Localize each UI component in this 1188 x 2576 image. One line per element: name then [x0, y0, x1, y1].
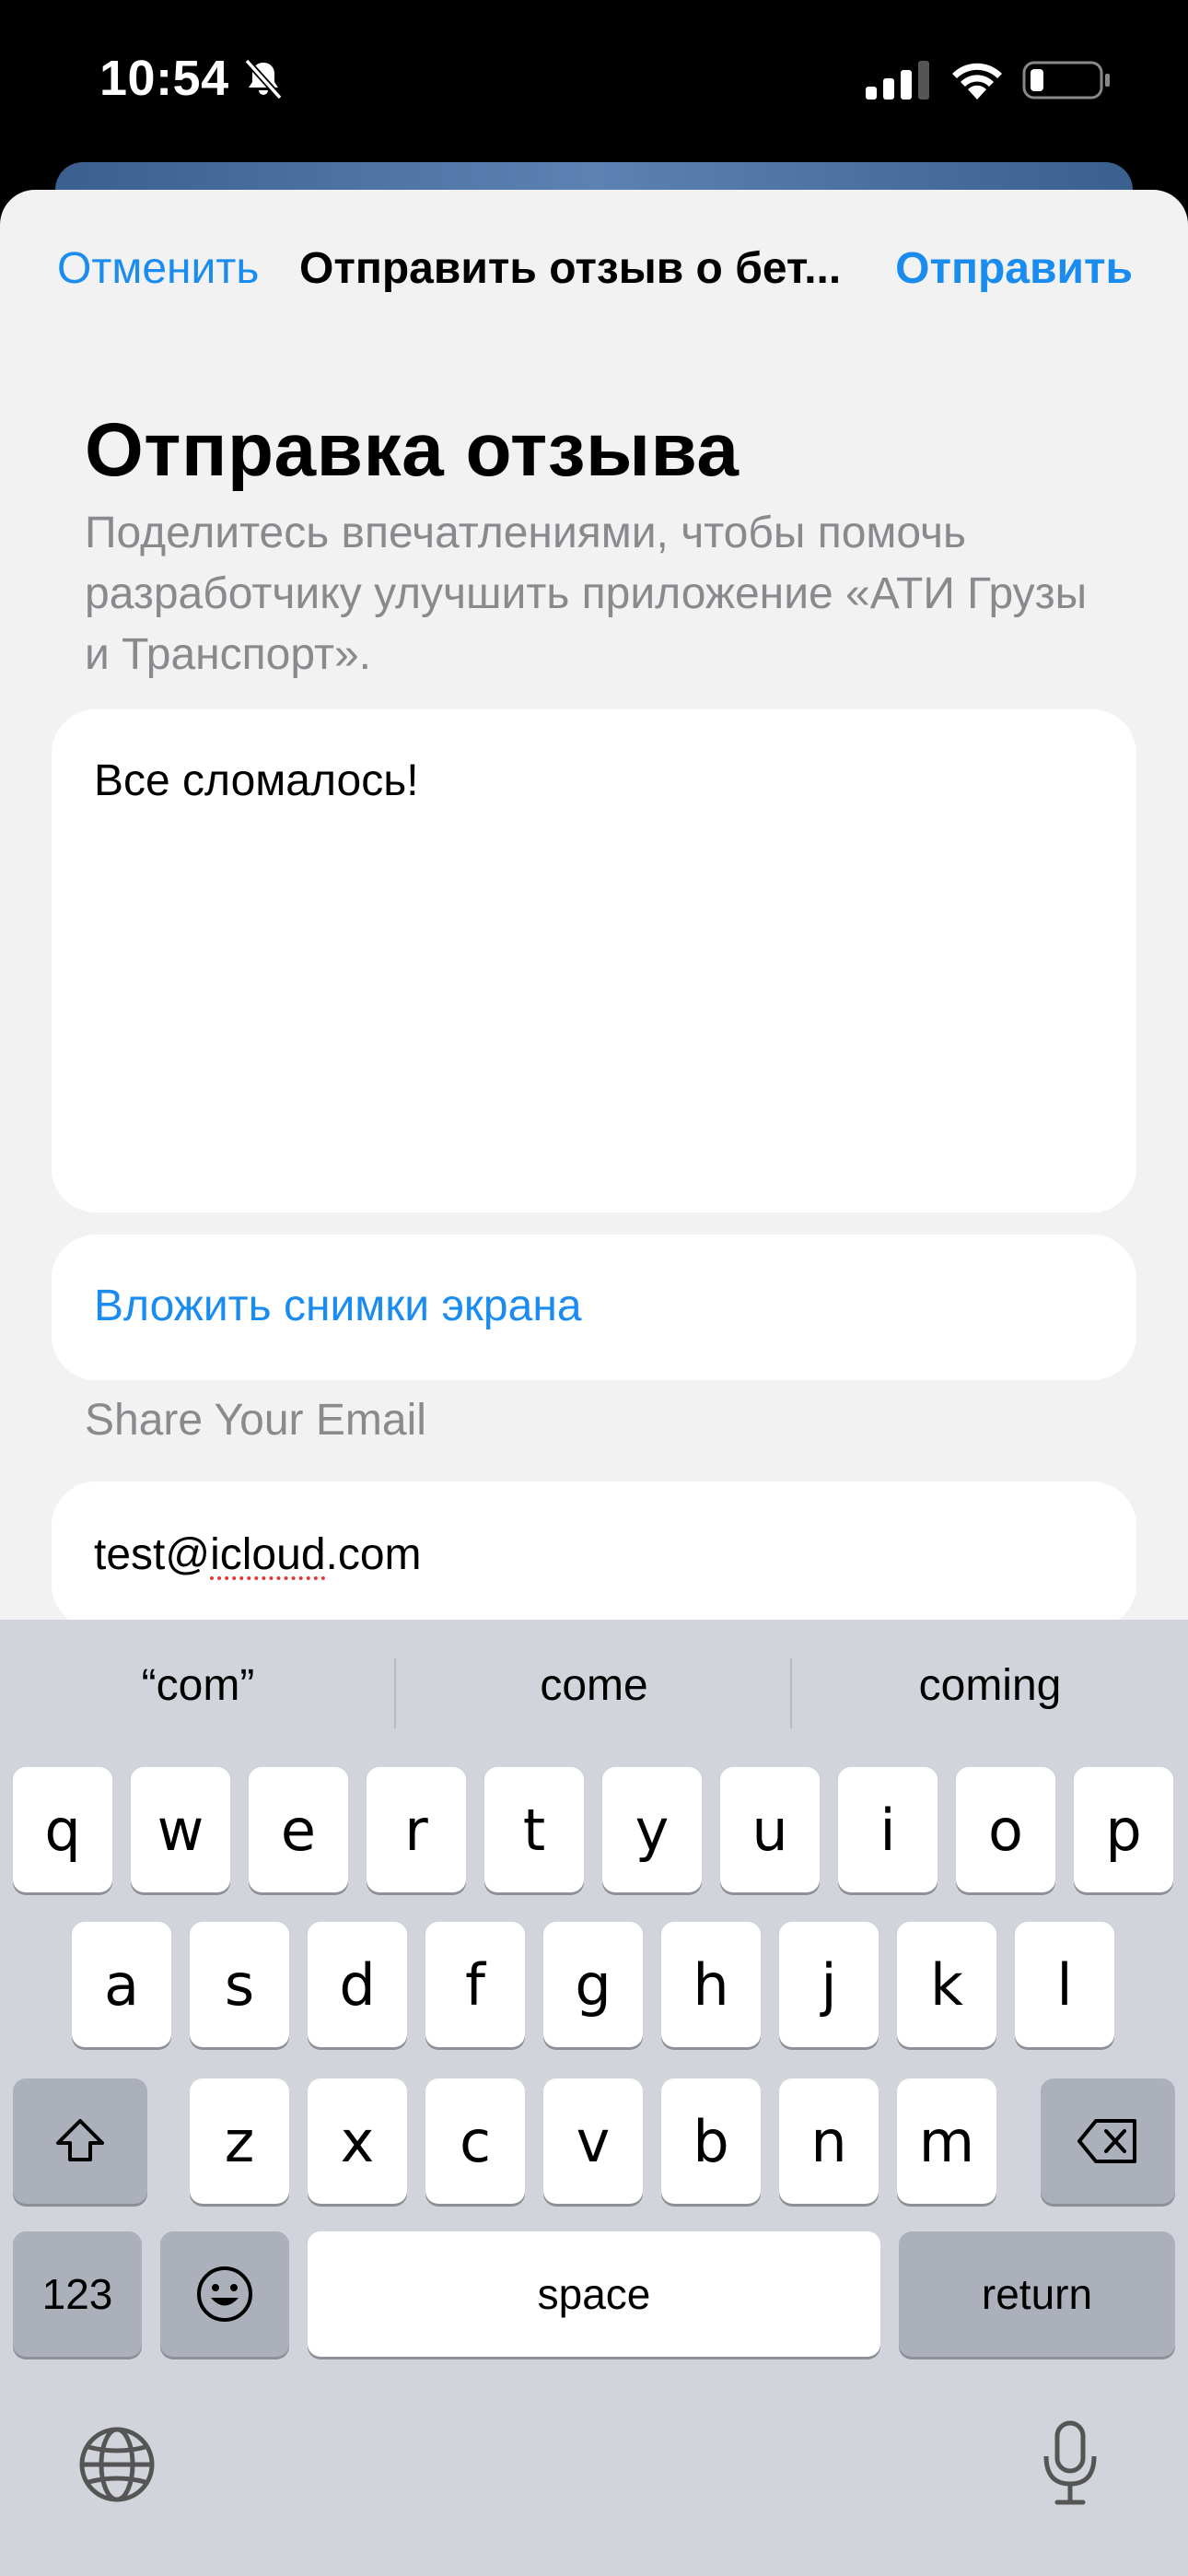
keyboard: “com” come coming qwertyuiopasdfghjklzxc… — [0, 1620, 1188, 2576]
page-subtitle: Поделитесь впечатлениями, чтобы помочь р… — [85, 509, 1088, 679]
email-value: test@icloud.com — [94, 1529, 422, 1580]
space-key[interactable]: space — [308, 2231, 880, 2357]
return-key[interactable]: return — [899, 2231, 1175, 2357]
send-button[interactable]: Отправить — [895, 243, 1133, 294]
feedback-sheet: Отменить Отправить отзыв о бет... Отправ… — [0, 190, 1188, 1629]
key-w[interactable]: w — [131, 1767, 230, 1892]
key-h[interactable]: h — [661, 1922, 761, 2047]
key-u[interactable]: u — [720, 1767, 820, 1892]
key-d[interactable]: d — [308, 1922, 407, 2047]
suggestion-3[interactable]: coming — [792, 1660, 1188, 1711]
key-a[interactable]: a — [72, 1922, 171, 2047]
email-field[interactable]: test@icloud.com — [52, 1481, 1136, 1629]
feedback-text: Все сломалось! — [94, 756, 419, 805]
attach-screenshots-button[interactable]: Вложить снимки экрана — [52, 1235, 1136, 1380]
key-c[interactable]: c — [425, 2078, 525, 2204]
email-value-misspelled: icloud — [210, 1530, 326, 1579]
shift-icon — [56, 2119, 104, 2161]
key-y[interactable]: y — [602, 1767, 702, 1892]
attach-screenshots-label: Вложить снимки экрана — [94, 1282, 582, 1330]
key-l[interactable]: l — [1015, 1922, 1114, 2047]
backspace-key[interactable] — [1041, 2078, 1175, 2204]
key-j[interactable]: j — [779, 1922, 879, 2047]
key-g[interactable]: g — [543, 1922, 643, 2047]
suggestion-2[interactable]: come — [396, 1660, 792, 1711]
page-title: Отправка отзыва — [85, 408, 740, 492]
cancel-button[interactable]: Отменить — [57, 243, 259, 294]
globe-icon[interactable] — [77, 2425, 157, 2504]
signal-icon — [866, 61, 929, 100]
emoji-key[interactable] — [160, 2231, 289, 2357]
email-value-prefix: test@ — [94, 1530, 211, 1579]
key-p[interactable]: p — [1074, 1767, 1173, 1892]
email-section-label: Share Your Email — [85, 1396, 426, 1445]
key-v[interactable]: v — [543, 2078, 643, 2204]
suggestion-1[interactable]: “com” — [0, 1660, 396, 1711]
emoji-icon — [197, 2266, 252, 2322]
status-bar: 10:54 — [0, 0, 1188, 166]
wifi-icon — [952, 63, 1002, 100]
status-time: 10:54 — [99, 51, 229, 106]
key-i[interactable]: i — [838, 1767, 938, 1892]
key-s[interactable]: s — [190, 1922, 289, 2047]
numbers-key[interactable]: 123 — [13, 2231, 142, 2357]
microphone-icon[interactable] — [1039, 2419, 1101, 2508]
suggestion-bar: “com” come coming — [0, 1620, 1188, 1767]
key-x[interactable]: x — [308, 2078, 407, 2204]
bell-slash-icon — [244, 58, 283, 100]
email-value-suffix: .com — [325, 1530, 422, 1579]
key-r[interactable]: r — [367, 1767, 466, 1892]
battery-icon — [1022, 61, 1110, 100]
feedback-text-area[interactable]: Все сломалось! — [52, 709, 1136, 1212]
key-e[interactable]: e — [249, 1767, 348, 1892]
sheet-title: Отправить отзыв о бет... — [299, 244, 842, 293]
shift-key[interactable] — [13, 2078, 147, 2204]
key-o[interactable]: o — [956, 1767, 1055, 1892]
key-f[interactable]: f — [425, 1922, 525, 2047]
backspace-icon — [1077, 2119, 1136, 2163]
key-t[interactable]: t — [484, 1767, 584, 1892]
key-z[interactable]: z — [190, 2078, 289, 2204]
key-q[interactable]: q — [13, 1767, 112, 1892]
key-k[interactable]: k — [897, 1922, 996, 2047]
key-n[interactable]: n — [779, 2078, 879, 2204]
key-b[interactable]: b — [661, 2078, 761, 2204]
key-m[interactable]: m — [897, 2078, 996, 2204]
